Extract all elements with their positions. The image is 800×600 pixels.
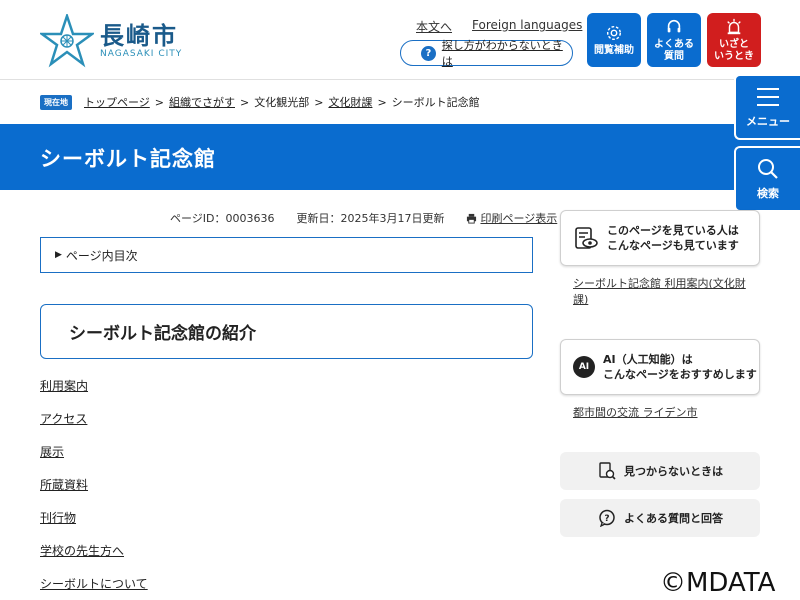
content-links: 利用案内 アクセス 展示 所蔵資料 刊行物 学校の先生方へ シーボルトについて — [40, 378, 148, 600]
skip-to-content-link[interactable]: 本文へ — [416, 18, 452, 35]
search-help-label: 探し方がわからないときは — [441, 39, 563, 68]
section-heading: シーボルト記念館の紹介 — [40, 304, 533, 359]
toc-label: ページ内目次 — [65, 248, 138, 263]
svg-text:?: ? — [604, 514, 609, 524]
question-bubble-icon: ? — [599, 509, 615, 527]
faq-label: よくある 質問 — [654, 38, 694, 62]
breadcrumb-separator: > — [240, 95, 250, 109]
print-label: 印刷ページ表示 — [480, 212, 558, 225]
search-label: 検索 — [757, 187, 779, 200]
printer-icon — [467, 213, 477, 224]
title-band: シーボルト記念館 — [0, 124, 800, 190]
site-logo[interactable]: 長崎市 NAGASAKI CITY — [40, 14, 190, 68]
page-title: シーボルト記念館 — [40, 147, 216, 171]
breadcrumb-top[interactable]: トップページ — [84, 94, 150, 110]
ai-recommend-box: AI AI（人工知能）は こんなページをおすすめします — [560, 339, 760, 395]
breadcrumb-culture-tourism: 文化観光部 — [254, 96, 310, 109]
breadcrumb-current: シーボルト記念館 — [391, 96, 480, 109]
not-found-label: 見つからないときは — [624, 465, 723, 478]
ai-recommend-label: AI（人工知能）は こんなページをおすすめします — [603, 353, 757, 381]
related-pages-label: このページを見ている人は こんなページも見ています — [607, 224, 739, 252]
breadcrumb-organization[interactable]: 組織でさがす — [169, 94, 235, 110]
accessibility-label: 閲覧補助 — [594, 44, 634, 56]
ai-link-leiden[interactable]: 都市間の交流 ライデン市 — [573, 405, 748, 421]
breadcrumb-cultural-property[interactable]: 文化財課 — [328, 94, 372, 110]
document-eye-icon — [575, 227, 598, 249]
search-icon — [758, 159, 778, 179]
faq-answers-label: よくある質問と回答 — [624, 512, 723, 525]
related-link-usage-guide[interactable]: シーボルト記念館 利用案内(文化財課) — [573, 276, 748, 308]
link-about-siebold[interactable]: シーボルトについて — [40, 576, 148, 600]
link-for-teachers[interactable]: 学校の先生方へ — [40, 543, 148, 576]
logo-name-en: NAGASAKI CITY — [100, 49, 183, 59]
site-header: 長崎市 NAGASAKI CITY 本文へ Foreign languages … — [0, 0, 800, 80]
logo-name-jp: 長崎市 — [100, 22, 178, 50]
page-id: ページID：0003636 — [170, 212, 275, 225]
headset-icon — [667, 19, 681, 32]
breadcrumb: 現在地 トップページ > 組織でさがす > 文化観光部 > 文化財課 > シーボ… — [40, 94, 480, 110]
menu-button[interactable]: メニュー — [734, 74, 800, 140]
breadcrumb-separator: > — [314, 95, 324, 109]
not-found-button[interactable]: 見つからないときは — [560, 452, 760, 490]
ai-head-icon: AI — [573, 356, 595, 378]
emergency-button[interactable]: いざと いうとき — [707, 13, 761, 67]
link-usage-guide[interactable]: 利用案内 — [40, 378, 148, 411]
related-pages-box: このページを見ている人は こんなページも見ています — [560, 210, 760, 266]
siren-icon — [727, 18, 741, 34]
faq-button[interactable]: よくある 質問 — [647, 13, 701, 67]
watermark: ©MDATA — [660, 568, 776, 598]
link-collection[interactable]: 所蔵資料 — [40, 477, 148, 510]
search-help-button[interactable]: ? 探し方がわからないときは — [400, 39, 573, 68]
foreign-languages-link[interactable]: Foreign languages — [472, 18, 582, 35]
page-toc-toggle[interactable]: ▶ ページ内目次 — [40, 237, 533, 273]
current-location-badge: 現在地 — [40, 94, 72, 110]
disclosure-triangle-icon: ▶ — [55, 250, 62, 260]
link-publications[interactable]: 刊行物 — [40, 510, 148, 543]
print-link[interactable]: 印刷ページ表示 — [466, 210, 557, 226]
breadcrumb-separator: > — [154, 95, 164, 109]
star-logo-icon — [40, 14, 94, 68]
question-icon: ? — [421, 45, 436, 61]
document-search-icon — [599, 462, 616, 480]
search-button[interactable]: 検索 — [734, 146, 800, 212]
hamburger-icon — [757, 88, 779, 106]
faq-answers-button[interactable]: ? よくある質問と回答 — [560, 499, 760, 537]
link-access[interactable]: アクセス — [40, 411, 148, 444]
link-exhibits[interactable]: 展示 — [40, 444, 148, 477]
breadcrumb-separator: > — [377, 95, 387, 109]
emergency-label: いざと いうとき — [714, 38, 754, 62]
updated-date: 更新日：2025年3月17日更新 — [296, 212, 445, 225]
menu-label: メニュー — [746, 115, 790, 128]
accessibility-button[interactable]: 閲覧補助 — [587, 13, 641, 67]
page-meta: ページID：0003636 更新日：2025年3月17日更新 印刷ページ表示 — [170, 210, 557, 226]
gear-icon — [606, 25, 622, 40]
